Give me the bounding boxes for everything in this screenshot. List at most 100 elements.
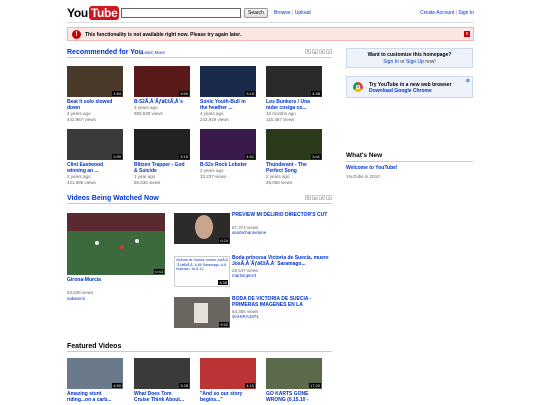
video-thumbnail[interactable]: 4:38 [266, 66, 322, 97]
video-title[interactable]: What Does Tom Cruise Think About... [134, 391, 188, 403]
duration-badge: 4:50 [112, 383, 122, 388]
video-thumbnail[interactable]: 1:54 [67, 66, 123, 97]
video-card[interactable]: 17:20 GO KARTS GONE WRONG (0.15.10 - [266, 358, 322, 403]
duration-badge: 17:20 [308, 383, 321, 388]
welcome-link[interactable]: Welcome to YouTube! [346, 165, 398, 171]
video-card[interactable]: 3:41 Thunderant - The Perfect Song 2 years… [266, 129, 322, 185]
video-thumbnail[interactable]: 17:20 [266, 358, 322, 389]
video-title[interactable]: Beat it solo slowed down [67, 99, 121, 111]
page-header: You Tube Search Browse | Upload Create Ac… [67, 6, 474, 20]
browse-link[interactable]: Browse [274, 10, 291, 16]
video-card[interactable]: 3:15 Blitzen Trapper - God & Suicide 1 yea… [134, 129, 190, 185]
whats-new-title: What's New [346, 152, 383, 159]
download-chrome-link[interactable]: Download Google Chrome [369, 88, 432, 94]
sign-up-link[interactable]: Sign Up [406, 59, 424, 65]
video-views: 25,065 views [266, 179, 293, 185]
video-title[interactable]: Sonic Youth-Bull in the heather ... [200, 99, 254, 111]
upload-link[interactable]: Upload [295, 10, 311, 16]
video-views: 33,237 views [200, 173, 227, 179]
video-card[interactable]: 1:54 Beat it solo slowed down 3 years ago 4… [67, 66, 123, 122]
video-title[interactable]: "And so our story begins..." [200, 391, 254, 403]
video-thumbnail[interactable]: 2:59 [67, 129, 123, 160]
video-thumbnail[interactable]: 3:15 [134, 129, 190, 160]
close-icon[interactable]: × [326, 49, 332, 54]
duration-badge: 3:38 [218, 280, 228, 285]
learn-more-link[interactable]: Learn More [142, 50, 165, 55]
video-card[interactable]: 3:28 What Does Tom Cruise Think About... [134, 358, 190, 403]
welcome-sub: YouTube in 2010 [346, 174, 380, 179]
move-up-icon[interactable]: ▴ [312, 195, 318, 200]
close-icon[interactable]: ⊗ [466, 78, 470, 84]
chrome-icon [353, 82, 363, 92]
video-title[interactable]: Clint Eastwood winning an ... [67, 162, 121, 174]
sign-in-link[interactable]: Sign In [458, 10, 474, 16]
video-thumbnail[interactable]: 3:41 [266, 129, 322, 160]
video-card[interactable]: 4:50 Amazing stunt riding...on a carb... [67, 358, 123, 403]
video-user[interactable]: sakatomi [67, 296, 85, 302]
search-button[interactable]: Search [244, 8, 268, 18]
video-views: 421,595 views [67, 179, 96, 185]
video-title[interactable]: Amazing stunt riding...on a carb... [67, 391, 121, 403]
featured-watch-thumbnail[interactable]: 0:43 [67, 213, 165, 275]
customize-text: Want to customize this homepage? [367, 52, 452, 58]
duration-badge: 0:24 [219, 238, 229, 243]
video-title[interactable]: PREVIEW MI DELIRIO DIRECTOR'S CUT [232, 212, 332, 218]
video-user[interactable]: anahichannelone [232, 230, 266, 236]
video-title[interactable]: Girona-Murcia [67, 277, 101, 283]
edit-icon[interactable]: ✎ [305, 195, 311, 200]
chrome-promo-box: Try YouTube in a new web browser Downloa… [346, 76, 473, 98]
recommended-header: Recommended for You Learn More ✎ ▴ ▾ × [67, 48, 332, 58]
alert-message: This functionality is not available righ… [85, 32, 242, 38]
video-thumbnail[interactable]: 0:24 [174, 213, 230, 244]
video-thumbnail[interactable]: 4:15 [200, 358, 256, 389]
video-thumbnail[interactable]: 4:52 [200, 129, 256, 160]
video-title[interactable]: BODA DE VICTORIA DE SUECIA - PRIMERAS IM… [232, 296, 332, 308]
create-account-link[interactable]: Create Account [420, 10, 454, 16]
move-up-icon[interactable]: ▴ [312, 49, 318, 54]
video-title[interactable]: Thunderant - The Perfect Song [266, 162, 320, 174]
video-thumbnail[interactable]: 3:59 [134, 66, 190, 97]
video-title[interactable]: GO KARTS GONE WRONG (0.15.10 - [266, 391, 320, 403]
close-icon[interactable]: × [326, 195, 332, 200]
video-thumbnail[interactable]: 3:15 [200, 66, 256, 97]
video-title[interactable]: Blitzen Trapper - God & Suicide [134, 162, 188, 174]
video-card[interactable]: 4:15 "And so our story begins..." [200, 358, 256, 403]
video-user[interactable]: SAHIRA1971 [232, 314, 259, 320]
duration-badge: 2:59 [112, 154, 122, 159]
video-thumbnail[interactable]: Victoria de Suecia, muere JosÃ‚Â´Ãƒâ€šÃ‚… [174, 256, 230, 287]
video-card[interactable]: 4:52 B-52s Rock Lobster 2 years ago 33,237 … [200, 129, 256, 179]
account-links: Create Account | Sign In [420, 10, 474, 16]
video-views: 993,539 views [134, 110, 163, 116]
video-card[interactable]: 3:15 Sonic Youth-Bull in the heather ... 4… [200, 66, 256, 122]
duration-badge: 3:41 [311, 154, 321, 159]
video-views: 115,487 views [266, 116, 295, 122]
section-controls: ✎ ▴ ▾ × [304, 195, 332, 201]
video-card[interactable]: 4:38 Los Bunkers / Una nube cosiga co... 1… [266, 66, 322, 122]
move-down-icon[interactable]: ▾ [319, 195, 325, 200]
move-down-icon[interactable]: ▾ [319, 49, 325, 54]
youtube-logo[interactable]: You Tube [67, 6, 120, 20]
sign-in-link[interactable]: Sign In [383, 59, 399, 65]
video-thumbnail[interactable]: 3:28 [134, 358, 190, 389]
video-thumbnail[interactable]: 4:50 [67, 358, 123, 389]
section-title: Featured Videos [67, 343, 122, 350]
video-title[interactable]: Los Bunkers / Una nube cosiga co... [266, 99, 320, 111]
or-text: or [400, 59, 405, 65]
featured-header: Featured Videos [67, 342, 332, 352]
video-card[interactable]: 3:59 B-52Ã‚Â´Ãƒâ€šÃ‚Â´s 3 years ago 993,539… [134, 66, 190, 116]
video-thumbnail[interactable]: 9:52 [174, 297, 230, 328]
section-title: Recommended for You [67, 49, 143, 56]
video-card[interactable]: 2:59 Clint Eastwood winning an ... 2 years… [67, 129, 123, 185]
sign-in-line: Sign In or Sign Up now! [347, 59, 472, 65]
video-title[interactable]: Boda princesa Victoria de Suecia, muere … [232, 255, 332, 267]
watched-now-header: Videos Being Watched Now ✎ ▴ ▾ × [67, 194, 332, 204]
search-input[interactable] [121, 8, 241, 18]
customize-box: Want to customize this homepage? Sign In… [346, 48, 473, 68]
exclamation-icon: ! [72, 30, 81, 39]
duration-badge: 0:43 [154, 269, 164, 274]
duration-badge: 3:15 [245, 91, 255, 96]
duration-badge: 3:15 [179, 154, 189, 159]
video-user[interactable]: marlolopez4 [232, 273, 257, 279]
close-icon[interactable]: x [464, 31, 470, 37]
edit-icon[interactable]: ✎ [305, 49, 311, 54]
